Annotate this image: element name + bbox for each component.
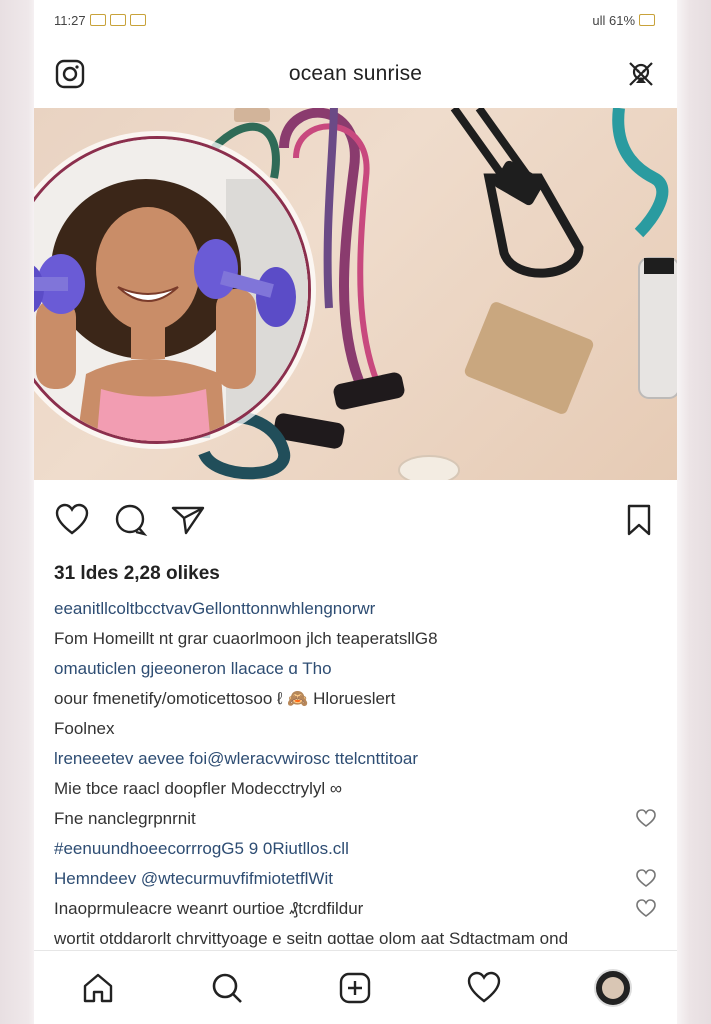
account-title: ocean sunrise xyxy=(288,62,423,85)
comment-text: Inaoprmuleacre weanrt ourtioe ₰tcrdfildu… xyxy=(54,899,364,918)
status-left: 11:27 xyxy=(54,13,146,28)
heart-icon[interactable] xyxy=(54,502,90,538)
add-post-icon[interactable] xyxy=(333,966,377,1010)
caption-block: eeanitllcoltbcctvavGellonttonnwhlengnorw… xyxy=(34,588,677,954)
likes-count[interactable]: 31 ldes 2,28 olikes xyxy=(34,560,677,588)
home-icon[interactable] xyxy=(76,966,120,1010)
comment-like-icon[interactable] xyxy=(635,808,657,828)
app-screen: 11:27 ull 61% ocean sunrise 31 ldes 2,28… xyxy=(34,0,677,1024)
direct-message-icon[interactable] xyxy=(623,56,659,92)
caption-line: Mie tbce raacl doopfler Modecctrylyl ∞ xyxy=(54,779,343,798)
bookmark-icon[interactable] xyxy=(621,502,657,538)
status-signal-battery: ull 61% xyxy=(592,12,635,28)
status-right: ull 61% xyxy=(592,13,655,28)
battery-icon xyxy=(639,14,655,26)
caption-line: Fom Homeillt nt ɡrar cuaorlmoon jlch tea… xyxy=(54,629,438,648)
top-bar: ocean sunrise xyxy=(34,40,677,108)
comment-icon[interactable] xyxy=(112,502,148,538)
post-actions xyxy=(34,480,677,560)
comment-text[interactable]: Hemndeev @wtecurmuvfifmiotetflWit xyxy=(54,869,333,888)
caption-line[interactable]: omauticlen ɡjeeoneron llacace ɑ Tho xyxy=(54,654,657,684)
comment-text: Fne nanclegrpnrnit xyxy=(54,809,196,828)
share-icon[interactable] xyxy=(170,502,206,538)
comment-like-icon[interactable] xyxy=(635,898,657,918)
comment-line: Hemndeev @wtecurmuvfifmiotetflWit xyxy=(54,864,657,894)
notification-icon xyxy=(89,14,106,26)
comment-like-icon[interactable] xyxy=(635,868,657,888)
caption-line: Foolnex xyxy=(54,719,115,738)
caption-line[interactable]: lreneeetev aevee foi@wleracvwirosc ttelc… xyxy=(54,744,657,774)
caption-line: oour fmenetify/omoticettosoo ℓ 🙈 Hlorues… xyxy=(54,689,396,708)
post-image[interactable] xyxy=(34,108,677,480)
profile-avatar[interactable] xyxy=(591,966,635,1010)
status-bar: 11:27 ull 61% xyxy=(34,0,677,40)
activity-heart-icon[interactable] xyxy=(462,966,506,1010)
comment-text[interactable]: #eenuundhoeecorrrogG5 9 0Riutllos.cll xyxy=(54,839,349,858)
caption-line[interactable]: eeanitllcoltbcctvavGellonttonnwhlengnorw… xyxy=(54,594,657,624)
notification-icon xyxy=(129,14,146,26)
avatar-icon xyxy=(593,968,632,1007)
comment-line: #eenuundhoeecorrrogG5 9 0Riutllos.cll xyxy=(54,834,657,864)
post-actions-left xyxy=(54,502,206,538)
comment-line: Inaoprmuleacre weanrt ourtioe ₰tcrdfildu… xyxy=(54,894,657,924)
search-icon[interactable] xyxy=(205,966,249,1010)
notification-icon xyxy=(109,14,126,26)
comment-line: Fne nanclegrpnrnit xyxy=(54,804,657,834)
status-time: 11:27 xyxy=(54,12,86,28)
bottom-nav xyxy=(34,950,677,1024)
camera-icon[interactable] xyxy=(52,56,88,92)
